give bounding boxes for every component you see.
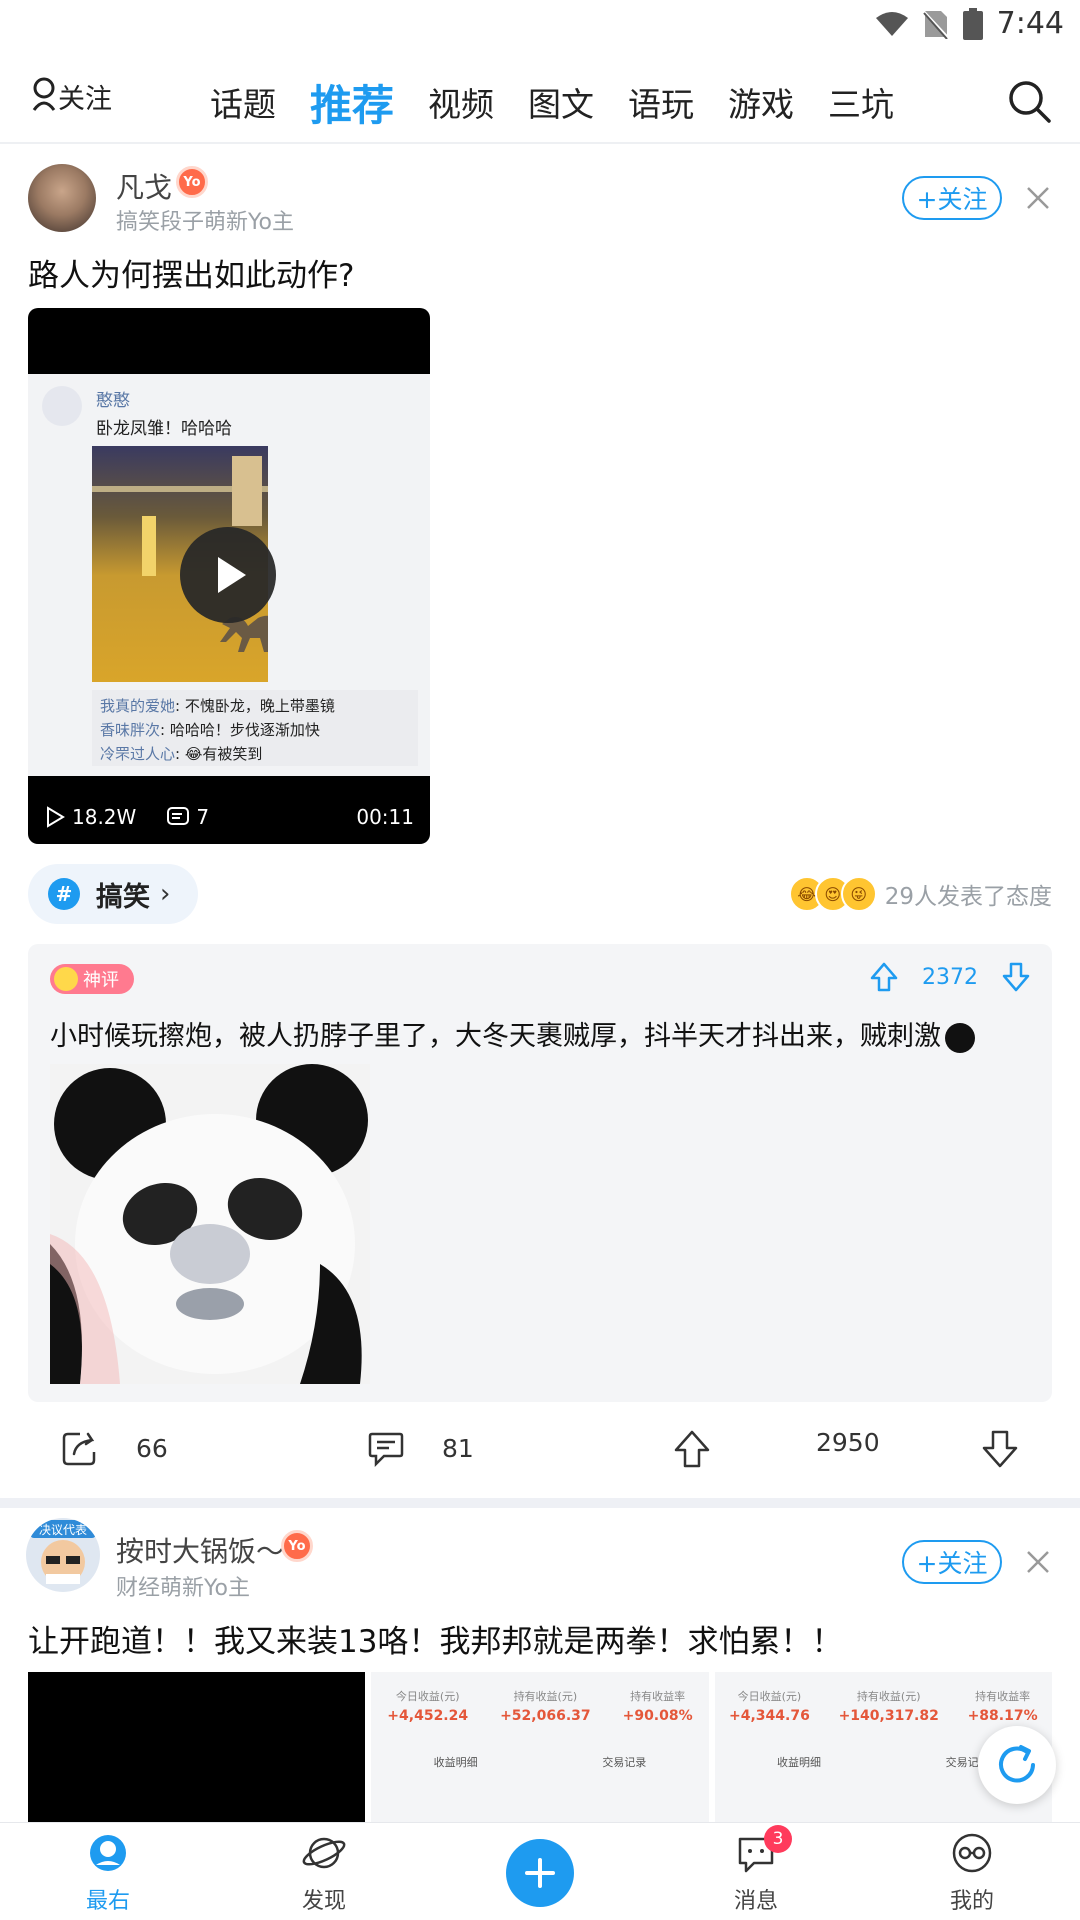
- nav-home[interactable]: 最右: [58, 1831, 158, 1915]
- downvote-action[interactable]: [980, 1428, 1056, 1470]
- silly-emoji-icon: 😜: [840, 876, 877, 912]
- avatar[interactable]: 决议代表: [26, 1518, 100, 1592]
- follow-user-icon: [32, 77, 56, 111]
- comment-count: 81: [442, 1433, 474, 1463]
- follow-button[interactable]: +关注: [902, 1540, 1002, 1584]
- author-name[interactable]: 按时大锅饭～: [116, 1530, 284, 1570]
- yo-badge: Yo: [281, 1530, 313, 1562]
- post-action-bar: 66 81 2950: [0, 1418, 1080, 1484]
- nav-tabs: 话题 推荐 视频 图文 语玩 游戏 三坑: [210, 60, 928, 144]
- yo-badge: Yo: [176, 166, 208, 198]
- planet-icon: [302, 1837, 346, 1869]
- tab-video[interactable]: 视频: [428, 78, 494, 126]
- panda-face-icon: [50, 1064, 370, 1384]
- tab-three-pits[interactable]: 三坑: [828, 78, 894, 126]
- post-image[interactable]: [28, 1672, 366, 1824]
- avatar[interactable]: [28, 164, 96, 232]
- vote-count: 2950: [816, 1428, 880, 1457]
- play-icon[interactable]: [180, 527, 276, 623]
- nav-messages[interactable]: 3 消息: [706, 1825, 806, 1915]
- upvote-icon: [674, 1430, 710, 1468]
- follow-tab[interactable]: 关注: [30, 74, 112, 118]
- svg-text:决议代表: 决议代表: [39, 1523, 87, 1537]
- no-sim-icon: [922, 9, 949, 39]
- share-count: 66: [136, 1433, 168, 1463]
- nav-discover-label: 发现: [301, 1889, 346, 1914]
- comment-count-icon: [167, 807, 190, 825]
- emoji-icon: [945, 1022, 975, 1053]
- god-comment-card[interactable]: 神评 2372 小时候玩擦炮，被人扔脖子里了，大冬天裹贼厚，抖半天才抖出来，贼刺…: [28, 944, 1052, 1402]
- hashtag-icon: #: [48, 878, 80, 910]
- follow-tab-label: 关注: [58, 83, 112, 115]
- create-post-button[interactable]: [506, 1839, 574, 1907]
- tab-image-text[interactable]: 图文: [528, 78, 594, 126]
- upvote-action[interactable]: [672, 1428, 748, 1470]
- wifi-icon: [875, 11, 908, 36]
- god-comment-votes: 2372: [870, 962, 1030, 992]
- plus-icon: [525, 1858, 555, 1888]
- home-mascot-icon: [90, 1835, 126, 1871]
- nav-messages-label: 消息: [733, 1889, 778, 1914]
- profile-glasses-icon: [952, 1833, 992, 1873]
- comment-action[interactable]: 81: [366, 1428, 474, 1468]
- smile-face-icon: [54, 967, 78, 991]
- play-count: 18.2W: [72, 805, 137, 829]
- close-icon[interactable]: [1024, 1548, 1052, 1576]
- close-icon[interactable]: [1024, 184, 1052, 212]
- bottom-nav: 最右 发现 3 消息 我的: [0, 1822, 1080, 1920]
- downvote-icon: [982, 1430, 1018, 1468]
- inner-username: 憨憨: [96, 391, 130, 411]
- video-stats: 18.2W 7 00:11: [28, 790, 430, 844]
- author-name[interactable]: 凡戈: [116, 166, 172, 206]
- attitude-text: 29人发表了态度: [884, 884, 1052, 910]
- post-title[interactable]: 路人为何摆出如此动作?: [28, 250, 354, 295]
- inner-avatar: [42, 386, 82, 426]
- nav-home-label: 最右: [85, 1889, 130, 1914]
- refresh-button[interactable]: [978, 1726, 1056, 1804]
- panda-meme-image[interactable]: [50, 1064, 370, 1384]
- post-image-grid: 今日收益(元) +4,452.24 持有收益(元) +52,066.37 持有收益率…: [28, 1672, 1052, 1824]
- top-nav: 关注 话题 推荐 视频 图文 语玩 游戏 三坑: [0, 60, 1080, 144]
- upvote-icon[interactable]: [870, 962, 898, 992]
- tab-games[interactable]: 游戏: [728, 78, 794, 126]
- downvote-icon[interactable]: [1002, 962, 1030, 992]
- app-screen: 7:44 关注 话题 推荐 视频 图文 语玩 游戏 三坑 凡戈 Yo 搞笑段子萌…: [0, 0, 1080, 1920]
- nav-discover[interactable]: 发现: [274, 1831, 374, 1915]
- search-icon[interactable]: [1004, 76, 1056, 128]
- chevron-right-icon: ›: [160, 879, 171, 909]
- post-image[interactable]: 今日收益(元) +4,452.24 持有收益(元) +52,066.37 持有收益率…: [371, 1672, 709, 1824]
- tab-topic[interactable]: 话题: [210, 78, 276, 126]
- message-badge: 3: [764, 1825, 792, 1853]
- attitude-summary[interactable]: 😂 😍 😜 29人发表了态度: [788, 876, 1052, 912]
- status-bar: 7:44: [0, 0, 1080, 50]
- refresh-icon: [999, 1745, 1035, 1783]
- god-comment-badge: 神评: [50, 964, 134, 994]
- inner-text: 卧龙凤雏！哈哈哈: [96, 419, 232, 439]
- status-time: 7:44: [996, 6, 1064, 41]
- god-vote-count: 2372: [922, 964, 978, 990]
- post-divider: [0, 1498, 1080, 1508]
- inner-comments: 我真的爱她: 不愧卧龙，晚上带墨镜 香味胖次: 哈哈哈！步伐逐渐加快 冷罘过人心…: [92, 690, 418, 766]
- post-title[interactable]: 让开跑道！！我又来装13咯！我邦邦就是两拳！求怕累！！: [28, 1616, 842, 1661]
- nav-me[interactable]: 我的: [922, 1831, 1022, 1915]
- god-comment-text: 小时候玩擦炮，被人扔脖子里了，大冬天裹贼厚，抖半天才抖出来，贼刺激: [50, 1014, 975, 1053]
- share-icon: [62, 1432, 96, 1466]
- video-duration: 00:11: [356, 805, 414, 829]
- comment-icon: [368, 1432, 404, 1468]
- author-subtitle: 搞笑段子萌新Yo主: [116, 210, 294, 235]
- share-action[interactable]: 66: [60, 1428, 168, 1468]
- play-count-icon: [47, 806, 65, 828]
- nav-me-label: 我的: [949, 1889, 994, 1914]
- topic-label: 搞笑: [96, 881, 150, 913]
- tab-voice-play[interactable]: 语玩: [628, 78, 694, 126]
- video-comment-count: 7: [196, 805, 210, 829]
- video-card[interactable]: 憨憨 卧龙凤雏！哈哈哈 我真的爱她: 不愧卧龙，晚上带墨镜 香味胖次: 哈哈哈！…: [28, 308, 430, 844]
- cartoon-avatar-icon: 决议代表: [30, 1520, 96, 1584]
- tab-recommend[interactable]: 推荐: [310, 72, 394, 133]
- follow-button[interactable]: +关注: [902, 176, 1002, 220]
- author-subtitle: 财经萌新Yo主: [116, 1576, 250, 1601]
- battery-icon: [962, 7, 983, 40]
- topic-chip[interactable]: # 搞笑 ›: [28, 864, 198, 924]
